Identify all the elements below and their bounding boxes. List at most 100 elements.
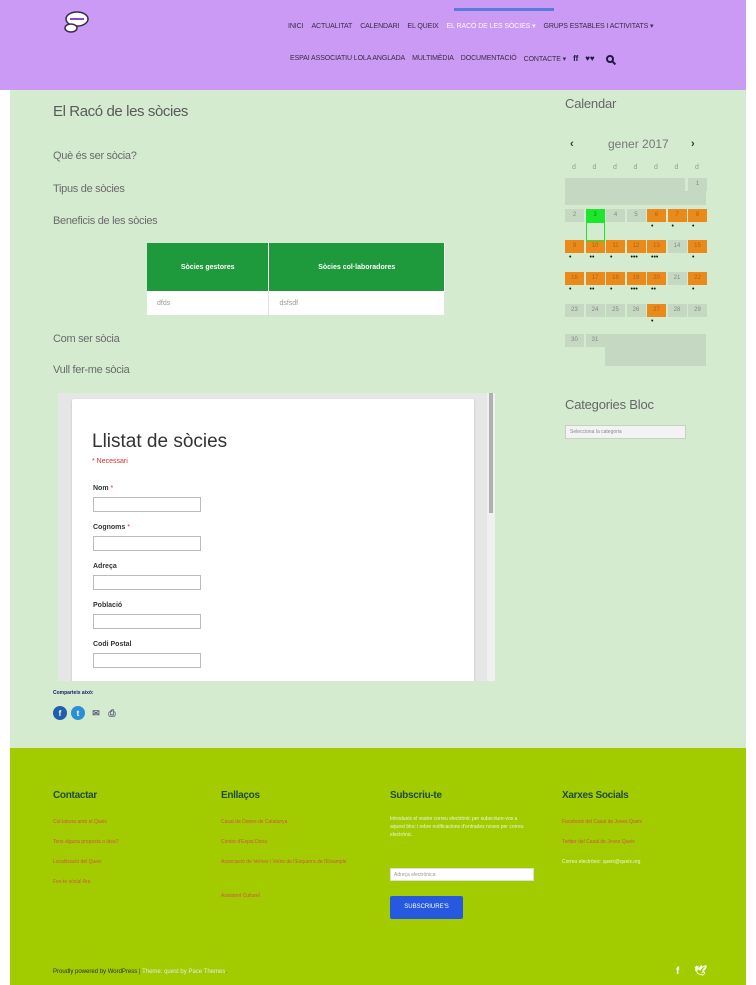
nav-item-contacte[interactable]: CONTACTE ▾ — [524, 55, 567, 63]
poblacio-input[interactable] — [93, 614, 201, 629]
nav-item-inici[interactable]: INICI — [288, 23, 304, 30]
main-nav-row2: ESPAI ASSOCIATIU LOLA ANGLADA MULTIMÈDIA… — [290, 54, 614, 63]
calendar-day[interactable]: 7 — [667, 209, 687, 222]
field-label: Cognoms * — [93, 524, 130, 531]
cognoms-input[interactable] — [93, 536, 201, 551]
calendar-day[interactable]: 22 — [688, 272, 707, 285]
embedded-form-frame[interactable]: Llistat de sòcies * Necessari Nom * Cogn… — [58, 393, 495, 681]
subscribe-button[interactable]: SUBSCRIURE'S — [390, 896, 463, 919]
calendar-day[interactable]: 20 — [647, 272, 666, 285]
main-nav-row1: INICI ACTUALITAT CALENDARI EL QUEIX EL R… — [288, 22, 654, 31]
calendar-day[interactable]: 13 — [647, 240, 666, 253]
calendar-day: 3 — [585, 209, 605, 222]
nav-item-documentacio[interactable]: DOCUMENTACIÓ — [461, 55, 517, 62]
form-scrollbar-thumb[interactable] — [489, 393, 493, 513]
credits-wordpress[interactable]: Proudly powered by WordPress — [53, 969, 137, 975]
field-label: Nom * — [93, 485, 114, 492]
calendar-empty-cell — [605, 334, 706, 366]
calendar-event-dot: ••• — [651, 254, 659, 261]
footer-heading-xarxes: Xarxes Socials — [562, 790, 629, 801]
calendar-event-dot: • — [671, 223, 674, 230]
facebook-icon[interactable]: ff — [573, 54, 578, 63]
calendar-event-dot: ••• — [630, 286, 638, 293]
footer-heading-contactar: Contactar — [53, 790, 97, 801]
twitter-icon[interactable]: ♥♥ — [585, 54, 594, 63]
calendar-event-dot: • — [651, 318, 654, 325]
share-print-icon[interactable]: ⎙ — [105, 706, 119, 720]
footer-link[interactable]: Col·labora amb el Queix — [53, 819, 107, 826]
calendar-day[interactable]: 9 — [565, 240, 584, 253]
share-email-icon[interactable]: ✉ — [89, 706, 103, 720]
nav-item-calendari[interactable]: CALENDARI — [360, 23, 399, 30]
section-heading: Com ser sòcia — [53, 333, 120, 345]
share-twitter-icon[interactable]: t — [71, 706, 85, 720]
site-footer — [10, 748, 746, 985]
email-field[interactable]: Adreça electrònica — [390, 868, 534, 881]
calendar-day: 28 — [667, 304, 687, 317]
nom-input[interactable] — [93, 497, 201, 512]
calendar-day[interactable]: 17 — [585, 272, 605, 285]
share-facebook-icon[interactable]: f — [53, 706, 67, 720]
calendar-day[interactable]: 11 — [606, 240, 625, 253]
calendar-day: 31 — [585, 334, 605, 347]
calendar-event-dot: •• — [589, 286, 595, 293]
calendar-event-dot: • — [651, 223, 654, 230]
calendar-day: 21 — [667, 272, 687, 285]
search-icon[interactable] — [605, 54, 614, 63]
active-nav-indicator — [454, 8, 554, 11]
field-label: Adreça — [93, 563, 117, 570]
calendar-day[interactable]: 12 — [626, 240, 646, 253]
calendar-event-dot: •• — [651, 286, 656, 293]
calendar-day[interactable]: 8 — [688, 209, 707, 222]
left-margin-tint — [0, 0, 10, 90]
footer-link[interactable]: Casal de Dones de Catalunya — [221, 819, 356, 826]
form-title: Llistat de sòcies — [92, 431, 228, 452]
calendar-day: 24 — [585, 304, 605, 317]
calendar-day: 2 — [565, 209, 584, 222]
weekday-label: d — [633, 164, 638, 171]
weekday-label: d — [572, 164, 576, 171]
credits-pace[interactable]: Pace Themes — [188, 969, 225, 975]
calendar-day[interactable]: 15 — [688, 240, 707, 253]
table-row: dfds dsfsdf — [147, 291, 445, 315]
site-logo[interactable] — [62, 10, 90, 34]
nav-item-espai-associatiu[interactable]: ESPAI ASSOCIATIU LOLA ANGLADA — [290, 55, 405, 62]
footer-facebook-icon[interactable]: f — [676, 966, 679, 977]
calendar-prev-icon[interactable]: ‹ — [570, 138, 574, 150]
calendar-month: gener 2017 — [608, 137, 669, 151]
nav-item-actualitat[interactable]: ACTUALITAT — [311, 23, 352, 30]
nav-item-grups-estables[interactable]: GRUPS ESTABLES I ACTIVITATS ▾ — [543, 22, 653, 30]
nav-item-el-queix[interactable]: EL QUEIX — [407, 23, 438, 30]
categories-select[interactable]: Selecciona la categoria — [565, 425, 686, 439]
weekday-label: d — [654, 164, 658, 171]
footer-link[interactable]: Tens alguna proposta o idea? — [53, 839, 119, 846]
calendar-event-dot: • — [569, 254, 572, 261]
calendar-day: 4 — [606, 209, 625, 222]
codi-postal-input[interactable] — [93, 653, 201, 668]
calendar-day[interactable]: 6 — [647, 209, 666, 222]
footer-credits: Proudly powered by WordPress | Theme: qu… — [53, 969, 227, 975]
share-label: Comparteix això: — [53, 690, 94, 696]
calendar-event-dot: ••• — [630, 254, 638, 261]
calendar-day[interactable]: 16 — [565, 272, 584, 285]
calendar-next-icon[interactable]: › — [691, 138, 695, 150]
footer-link[interactable]: Associació de Veïnes i Veïns de l'Esquer… — [221, 859, 356, 866]
footer-link[interactable]: Localització del Queix — [53, 859, 102, 866]
credits-theme[interactable]: Theme: quest by — [142, 969, 187, 975]
field-label: Codi Postal — [93, 641, 132, 648]
calendar-day[interactable]: 18 — [606, 272, 625, 285]
footer-link[interactable]: Centre d'Espai Dona — [221, 839, 356, 846]
nav-item-multimedia[interactable]: MULTIMÈDIA — [412, 55, 454, 62]
calendar-day[interactable]: 19 — [626, 272, 646, 285]
footer-link[interactable]: Fes-te sòcia! Ara — [53, 879, 91, 886]
calendar-day[interactable]: 27 — [647, 304, 666, 317]
nav-item-raco-socies[interactable]: EL RACÓ DE LES SÒCIES ▾ — [447, 22, 536, 30]
footer-twitter-icon[interactable]: 🕊 — [694, 966, 707, 977]
page-title: El Racó de les sòcies — [53, 103, 189, 120]
table-cell: dfds — [147, 291, 270, 315]
section-heading: Tipus de sòcies — [53, 183, 125, 195]
footer-link[interactable]: Assistent Culturel — [221, 893, 356, 900]
footer-link[interactable]: Facebook del Casal de Joves Queix — [562, 819, 642, 826]
footer-link[interactable]: Twitter del Casal de Joves Queix — [562, 839, 635, 846]
adreca-input[interactable] — [93, 575, 201, 590]
